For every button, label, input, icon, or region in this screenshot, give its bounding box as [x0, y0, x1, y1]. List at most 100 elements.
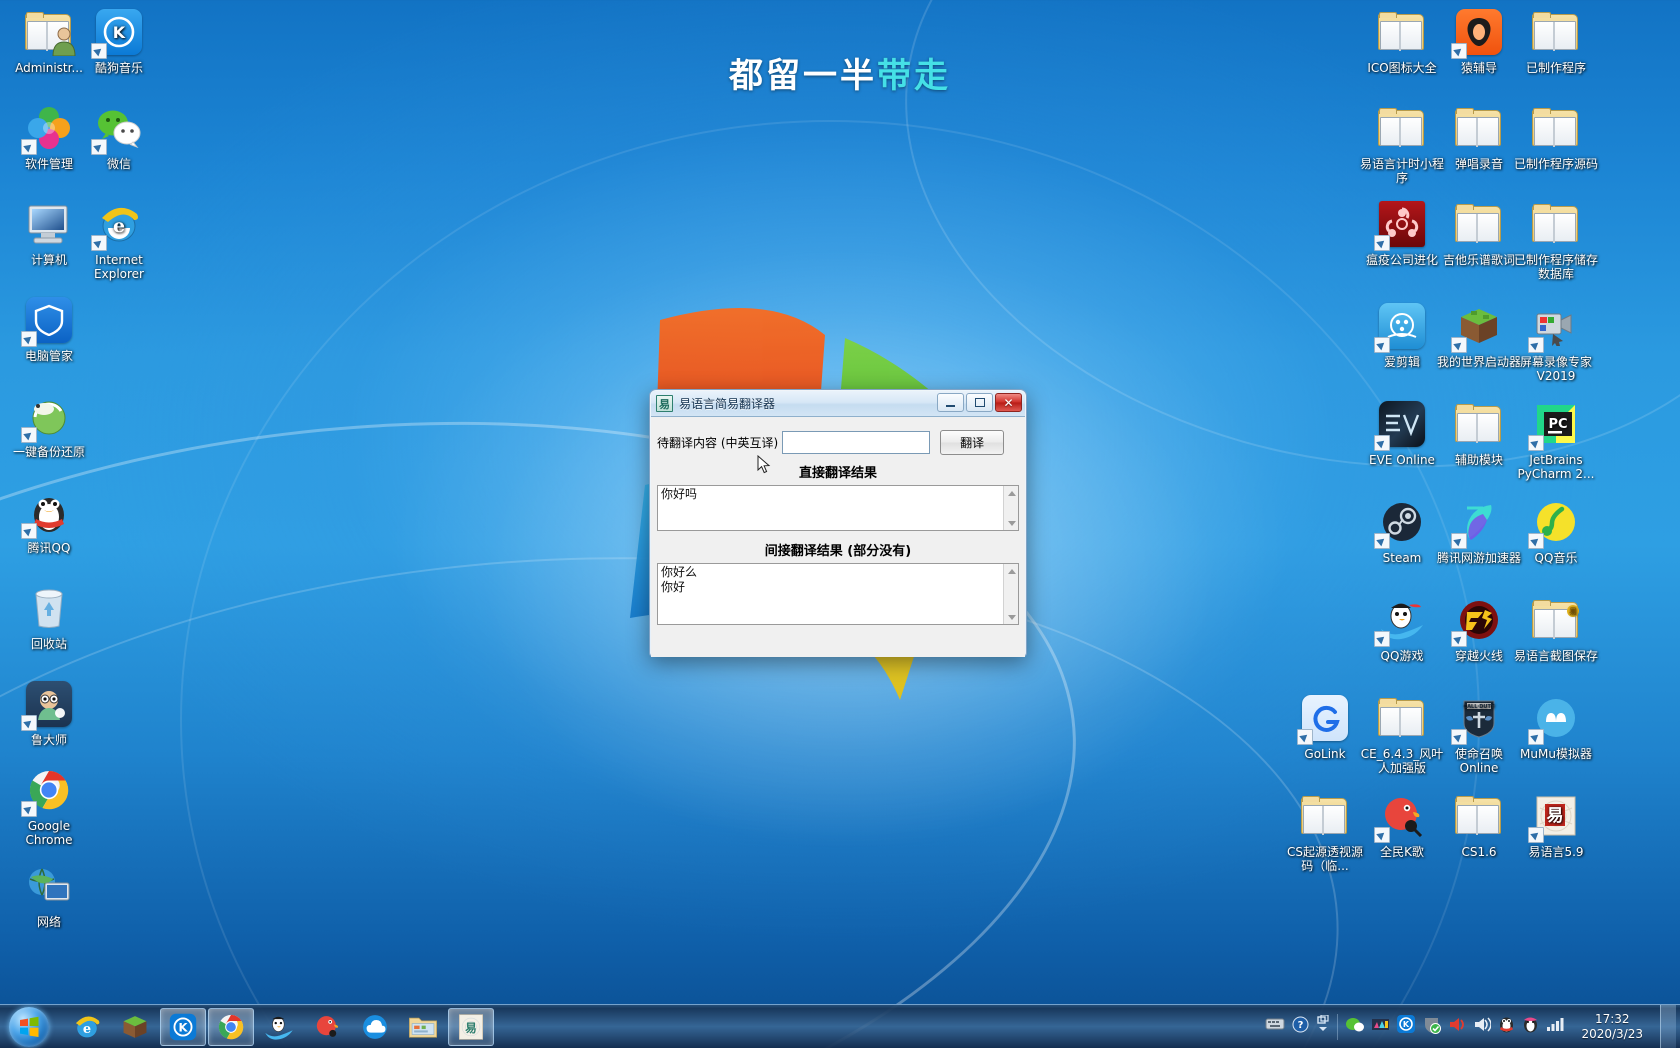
- folder-icon: [1453, 102, 1505, 154]
- scroll-up-icon[interactable]: [1004, 486, 1018, 500]
- direct-result-textarea[interactable]: 你好吗: [657, 485, 1019, 531]
- start-button[interactable]: [2, 1006, 56, 1048]
- desktop-icon-label: 腾讯QQ: [27, 541, 71, 555]
- desktop-icon-quanmin-kge[interactable]: 全民K歌: [1359, 790, 1445, 859]
- shield-icon: [21, 294, 75, 347]
- desktop-icon-qq-music[interactable]: QQ音乐: [1513, 496, 1599, 565]
- help-icon[interactable]: ?: [1292, 1016, 1309, 1038]
- software-manager-icon: [21, 102, 75, 155]
- taskbar-google-chrome[interactable]: [208, 1007, 254, 1046]
- desktop-icon-label: 辅助模块: [1454, 453, 1503, 467]
- desktop-icon-qq-game[interactable]: QQ游戏: [1359, 594, 1445, 663]
- desktop-icon-helper-modules[interactable]: 辅助模块: [1436, 398, 1522, 467]
- desktop-icon-cs16[interactable]: CS1.6: [1436, 790, 1522, 859]
- taskbar-minecraft[interactable]: [112, 1008, 158, 1046]
- tencent-accelerator-icon: [1451, 496, 1505, 549]
- desktop-icon-internet-explorer[interactable]: e Internet Explorer: [76, 198, 162, 281]
- desktop-icon-cod-online[interactable]: CALL·DUTY 使命召唤Online: [1436, 692, 1522, 775]
- desktop-icon-ludashi[interactable]: 鲁大师: [6, 678, 92, 747]
- indirect-result-textarea[interactable]: 你好么 你好: [657, 563, 1019, 625]
- taskbar-kugou-music[interactable]: K: [160, 1007, 206, 1046]
- desktop-icon-label: 已制作程序: [1525, 61, 1586, 75]
- taskbar-qq-browser[interactable]: [352, 1008, 398, 1046]
- taskbar-clock[interactable]: 17:32 2020/3/23: [1571, 1012, 1653, 1042]
- taskbar-qq-game[interactable]: [256, 1008, 302, 1046]
- indirect-result-scrollbar[interactable]: [1003, 564, 1018, 624]
- clock-date: 2020/3/23: [1581, 1026, 1643, 1041]
- desktop-icon-network[interactable]: 网络: [6, 860, 92, 929]
- scroll-down-icon[interactable]: [1004, 610, 1018, 624]
- network-signal-icon[interactable]: [1546, 1016, 1564, 1037]
- svg-text:PC: PC: [1548, 417, 1567, 432]
- scroll-up-icon[interactable]: [1004, 564, 1018, 578]
- desktop-icon-label: 我的世界启动器: [1436, 355, 1521, 369]
- desktop-icon-eyuyan-59[interactable]: 易 易语言5.9: [1513, 790, 1599, 859]
- desktop-icon-eyuyan-screenshot[interactable]: 易 易语言截图保存: [1513, 594, 1599, 663]
- desktop-icon-label: 腾讯网游加速器: [1436, 551, 1521, 565]
- desktop-icon-made-program-source[interactable]: 已制作程序源码: [1513, 102, 1599, 171]
- desktop-icon-singing-recording[interactable]: 弹唱录音: [1436, 102, 1522, 171]
- desktop-icon-mumu-emulator[interactable]: MuMu模拟器: [1513, 692, 1599, 761]
- close-button[interactable]: ✕: [995, 393, 1022, 412]
- desktop-icon-label: 鲁大师: [30, 733, 67, 747]
- desktop-icon-recycle-bin[interactable]: 回收站: [6, 582, 92, 651]
- desktop-icon-minecraft-launcher[interactable]: 我的世界启动器: [1436, 300, 1522, 369]
- mumu-icon: [1528, 692, 1582, 745]
- taskbar-kge[interactable]: [304, 1008, 350, 1046]
- desktop-icon-backup-restore[interactable]: 一键备份还原: [6, 390, 92, 459]
- overflow-icon[interactable]: [1316, 1014, 1330, 1038]
- desktop-icon-guitar-sheet[interactable]: 吉他乐谱歌词: [1436, 198, 1522, 267]
- translate-button[interactable]: 翻译: [940, 430, 1005, 455]
- desktop-icon-yuanfudao[interactable]: 猿辅导: [1436, 6, 1522, 75]
- desktop-icon-google-chrome[interactable]: Google Chrome: [6, 764, 92, 847]
- desktop-icon-cs-source[interactable]: CS起源透视源码（临...: [1282, 790, 1368, 873]
- desktop-icon-program-database[interactable]: 已制作程序储存数据库: [1513, 198, 1599, 281]
- qq-pink-tray-icon[interactable]: [1522, 1015, 1539, 1038]
- aijianji-icon: [1374, 300, 1428, 353]
- app-tray-icon[interactable]: [1371, 1016, 1390, 1038]
- maximize-button[interactable]: [966, 393, 993, 412]
- taskbar-internet-explorer[interactable]: e: [64, 1008, 110, 1046]
- minimize-button[interactable]: [937, 393, 964, 412]
- desktop-icon-screen-recorder[interactable]: 屏幕录像专家 V2019: [1513, 300, 1599, 383]
- desktop-icon-crossfire[interactable]: 穿越火线: [1436, 594, 1522, 663]
- folder-icon: 易: [1530, 594, 1582, 646]
- desktop-icon-ico-collection[interactable]: ICO图标大全: [1359, 6, 1445, 75]
- desktop-icon-pycharm[interactable]: PC JetBrains PyCharm 2...: [1513, 398, 1599, 481]
- desktop-icon-plague-inc[interactable]: 瘟疫公司进化: [1359, 198, 1445, 267]
- window-titlebar[interactable]: 易 易语言简易翻译器 ✕: [651, 391, 1025, 416]
- desktop-icon-eyuyan-timer[interactable]: 易语言计时小程序: [1359, 102, 1445, 185]
- show-desktop-button[interactable]: [1660, 1004, 1676, 1048]
- desktop-icon-eve-online[interactable]: EVE Online: [1359, 398, 1445, 467]
- taskbar-file-explorer[interactable]: [400, 1008, 446, 1046]
- folder-icon: [1376, 692, 1428, 744]
- keyboard-icon[interactable]: [1265, 1017, 1285, 1036]
- desktop-icon-cheat-engine[interactable]: CE_6.4.3_风叶人加强版: [1359, 692, 1445, 775]
- desktop-icon-label: QQ游戏: [1380, 649, 1424, 663]
- taskbar-items: e K 易: [64, 1007, 494, 1046]
- folder-icon: [1530, 6, 1582, 58]
- desktop-icon-pc-manager[interactable]: 电脑管家: [6, 294, 92, 363]
- qq-tray-icon[interactable]: [1498, 1015, 1515, 1038]
- pycharm-icon: PC: [1528, 398, 1582, 451]
- desktop-icon-made-programs[interactable]: 已制作程序: [1513, 6, 1599, 75]
- desktop-icon-wechat[interactable]: 微信: [76, 102, 162, 171]
- taskbar-eyuyan-translator[interactable]: 易: [448, 1007, 494, 1046]
- desktop-icon-tencent-accelerator[interactable]: 腾讯网游加速器: [1436, 496, 1522, 565]
- kugou-tray-icon[interactable]: K: [1397, 1015, 1416, 1038]
- desktop-icon-aijianji[interactable]: 爱剪辑: [1359, 300, 1445, 369]
- sound-icon[interactable]: [1473, 1016, 1493, 1038]
- desktop-icon-label: 酷狗音乐: [94, 61, 143, 75]
- direct-result-scrollbar[interactable]: [1003, 486, 1018, 530]
- desktop-icon-golink[interactable]: GoLink: [1282, 692, 1368, 761]
- desktop-icon-kugou-music[interactable]: K 酷狗音乐: [76, 6, 162, 75]
- translate-input[interactable]: [782, 431, 931, 454]
- scroll-down-icon[interactable]: [1004, 516, 1018, 530]
- pcmanager-tray-icon[interactable]: [1422, 1015, 1442, 1039]
- wechat-tray-icon[interactable]: [1345, 1016, 1365, 1038]
- translator-window[interactable]: 易 易语言简易翻译器 ✕ 待翻译内容 (中英互译) 翻译 直接翻译结果 你好吗 …: [649, 389, 1027, 657]
- volume-icon[interactable]: [1448, 1016, 1466, 1038]
- desktop-icon-steam[interactable]: Steam: [1359, 496, 1445, 565]
- desktop-icon-tencent-qq[interactable]: 腾讯QQ: [6, 486, 92, 555]
- eyuyan-icon: 易: [1528, 790, 1582, 843]
